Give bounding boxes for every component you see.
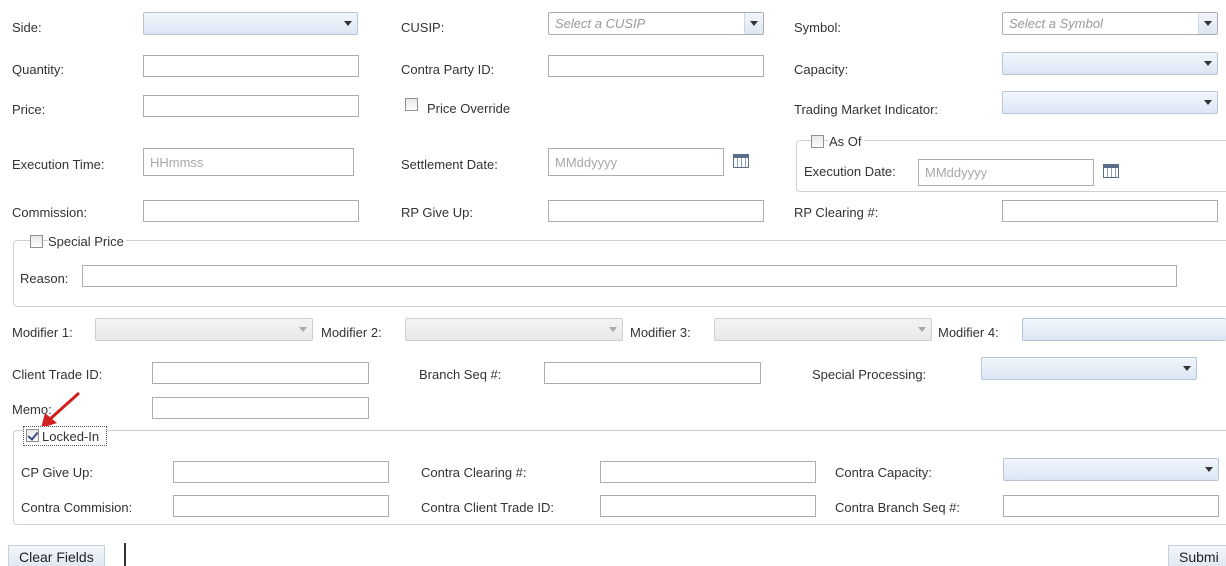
reason-label: Reason: xyxy=(20,271,69,286)
chevron-down-icon[interactable] xyxy=(1198,13,1217,34)
chevron-down-icon[interactable] xyxy=(744,13,763,34)
client-trade-id-input[interactable] xyxy=(152,362,369,384)
rp-clearing-label: RP Clearing #: xyxy=(794,205,879,220)
price-override-label: Price Override xyxy=(427,101,511,116)
contra-party-id-label: Contra Party ID: xyxy=(401,62,495,77)
symbol-label: Symbol: xyxy=(794,20,841,35)
locked-in-label: Locked-In xyxy=(42,429,100,444)
calendar-icon[interactable] xyxy=(1103,164,1119,178)
as-of-checkbox[interactable] xyxy=(811,135,824,148)
cp-give-up-input[interactable] xyxy=(173,461,389,483)
settlement-date-label: Settlement Date: xyxy=(401,157,498,172)
as-of-label: As Of xyxy=(829,134,864,150)
trading-market-indicator-select[interactable] xyxy=(1002,91,1218,114)
execution-time-input[interactable] xyxy=(143,148,354,176)
modifier-1-select[interactable] xyxy=(95,318,313,341)
commission-label: Commission: xyxy=(12,205,88,220)
settlement-date-input[interactable] xyxy=(548,148,724,176)
cusip-label: CUSIP: xyxy=(401,20,445,35)
cusip-combobox[interactable]: Select a CUSIP xyxy=(548,12,764,35)
capacity-select[interactable] xyxy=(1002,52,1218,75)
chevron-down-icon xyxy=(1200,459,1218,480)
contra-capacity-select[interactable] xyxy=(1003,458,1219,481)
quantity-label: Quantity: xyxy=(12,62,65,77)
modifier-2-select[interactable] xyxy=(405,318,623,341)
submit-button[interactable]: Submi xyxy=(1168,545,1226,566)
modifier-1-label: Modifier 1: xyxy=(12,325,73,340)
modifier-4-label: Modifier 4: xyxy=(938,325,999,340)
contra-client-trade-id-label: Contra Client Trade ID: xyxy=(421,500,554,515)
rp-clearing-input[interactable] xyxy=(1002,200,1218,222)
rp-give-up-label: RP Give Up: xyxy=(401,205,474,220)
execution-time-label: Execution Time: xyxy=(12,157,105,172)
execution-date-input[interactable] xyxy=(918,159,1094,186)
chevron-down-icon xyxy=(1178,358,1196,379)
locked-in-checkbox[interactable] xyxy=(26,429,39,442)
side-select[interactable] xyxy=(143,12,358,35)
modifier-2-label: Modifier 2: xyxy=(321,325,382,340)
contra-capacity-label: Contra Capacity: xyxy=(835,465,932,480)
reason-input[interactable] xyxy=(82,265,1177,287)
divider xyxy=(124,543,126,566)
contra-commission-label: Contra Commision: xyxy=(21,500,133,515)
cusip-placeholder: Select a CUSIP xyxy=(555,16,646,31)
contra-commission-input[interactable] xyxy=(173,495,389,517)
modifier-3-select[interactable] xyxy=(714,318,932,341)
modifier-3-label: Modifier 3: xyxy=(630,325,691,340)
contra-clearing-input[interactable] xyxy=(600,461,816,483)
execution-date-label: Execution Date: xyxy=(804,164,896,179)
modifier-4-select[interactable] xyxy=(1022,318,1226,341)
contra-branch-seq-input[interactable] xyxy=(1003,495,1219,517)
chevron-down-icon xyxy=(1199,92,1217,113)
quantity-input[interactable] xyxy=(143,55,359,77)
contra-party-id-input[interactable] xyxy=(548,55,764,77)
cp-give-up-label: CP Give Up: xyxy=(21,465,94,480)
clear-fields-button[interactable]: Clear Fields xyxy=(8,545,105,566)
commission-input[interactable] xyxy=(143,200,359,222)
chevron-down-icon xyxy=(604,319,622,340)
symbol-placeholder: Select a Symbol xyxy=(1009,16,1103,31)
client-trade-id-label: Client Trade ID: xyxy=(12,367,103,382)
contra-branch-seq-label: Contra Branch Seq #: xyxy=(835,500,961,515)
price-label: Price: xyxy=(12,102,46,117)
side-label: Side: xyxy=(12,20,42,35)
contra-client-trade-id-input[interactable] xyxy=(600,495,816,517)
chevron-down-icon xyxy=(1199,53,1217,74)
memo-input[interactable] xyxy=(152,397,369,419)
branch-seq-label: Branch Seq #: xyxy=(419,367,502,382)
special-processing-label: Special Processing: xyxy=(812,367,927,382)
calendar-icon[interactable] xyxy=(733,154,749,168)
trading-market-indicator-label: Trading Market Indicator: xyxy=(794,102,939,117)
chevron-down-icon xyxy=(339,13,357,34)
rp-give-up-input[interactable] xyxy=(548,200,764,222)
symbol-combobox[interactable]: Select a Symbol xyxy=(1002,12,1218,35)
chevron-down-icon xyxy=(913,319,931,340)
branch-seq-input[interactable] xyxy=(544,362,761,384)
special-processing-select[interactable] xyxy=(981,357,1197,380)
price-override-checkbox[interactable] xyxy=(405,98,418,111)
special-price-checkbox[interactable] xyxy=(30,235,43,248)
capacity-label: Capacity: xyxy=(794,62,849,77)
chevron-down-icon xyxy=(294,319,312,340)
price-input[interactable] xyxy=(143,95,359,117)
contra-clearing-label: Contra Clearing #: xyxy=(421,465,527,480)
special-price-label: Special Price xyxy=(48,234,126,250)
